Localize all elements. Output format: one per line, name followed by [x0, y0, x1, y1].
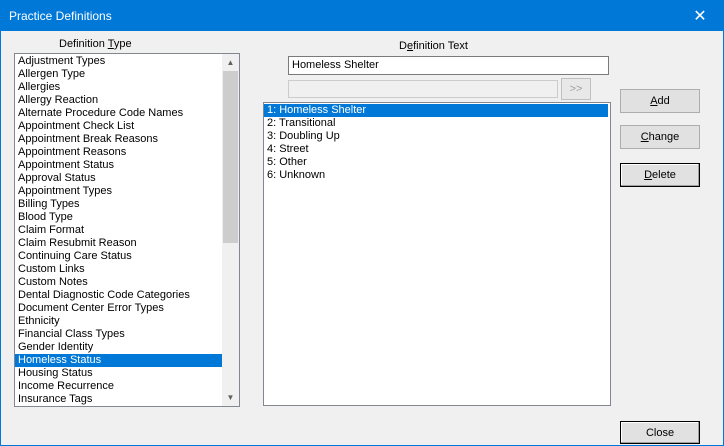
change-button-accel: C [640, 131, 649, 143]
list-item[interactable]: Allergy Reaction [15, 94, 222, 107]
delete-button-accel: D [644, 169, 653, 181]
list-item[interactable]: 6: Unknown [264, 169, 608, 182]
list-item[interactable]: Document Center Error Types [15, 302, 222, 315]
list-item[interactable]: Dental Diagnostic Code Categories [15, 289, 222, 302]
list-item[interactable]: 4: Street [264, 143, 608, 156]
title-bar: Practice Definitions ✕ [1, 1, 723, 31]
list-item[interactable]: 1: Homeless Shelter [264, 104, 608, 117]
list-item[interactable]: Custom Links [15, 263, 222, 276]
definition-type-label: Definition Type [59, 38, 132, 50]
list-item[interactable]: Appointment Status [15, 159, 222, 172]
list-item[interactable]: Claim Resubmit Reason [15, 237, 222, 250]
secondary-text-input[interactable] [288, 80, 558, 98]
add-button[interactable]: Add [620, 89, 700, 113]
definition-text-label: Definition Text [399, 40, 468, 52]
chevron-up-icon[interactable]: ▲ [222, 54, 239, 71]
definition-type-list[interactable]: Adjustment Types Allergen Type Allergies Al… [14, 53, 240, 407]
change-button[interactable]: Change [620, 125, 700, 149]
definition-type-label-prefix: Definition [59, 38, 108, 50]
list-item[interactable]: Approval Status [15, 172, 222, 185]
close-button[interactable]: Close [620, 421, 700, 444]
list-item[interactable]: Appointment Types [15, 185, 222, 198]
list-item[interactable]: Claim Format [15, 224, 222, 237]
delete-button-rest: elete [652, 169, 676, 181]
list-item[interactable]: Gender Identity [15, 341, 222, 354]
delete-button[interactable]: Delete [620, 163, 700, 187]
list-item[interactable]: Alternate Procedure Code Names [15, 107, 222, 120]
list-item[interactable]: Homeless Status [15, 354, 222, 367]
move-button[interactable]: >> [561, 78, 591, 100]
list-item[interactable]: Appointment Reasons [15, 146, 222, 159]
list-item[interactable]: 3: Doubling Up [264, 130, 608, 143]
definition-text-input[interactable]: Homeless Shelter [288, 56, 609, 75]
definitions-list[interactable]: 1: Homeless Shelter 2: Transitional 3: Dou… [263, 102, 611, 406]
chevron-down-icon[interactable]: ▼ [222, 389, 239, 406]
list-item[interactable]: Appointment Break Reasons [15, 133, 222, 146]
window-title: Practice Definitions [9, 9, 112, 23]
definition-type-scrollbar[interactable]: ▲ ▼ [222, 54, 239, 406]
list-item[interactable]: Housing Status [15, 367, 222, 380]
definition-type-items: Adjustment Types Allergen Type Allergies Al… [15, 55, 222, 406]
definition-text-label-suffix: finition Text [413, 40, 468, 52]
definition-type-label-suffix: ype [113, 38, 132, 50]
definition-text-label-prefix: D [399, 40, 407, 52]
list-item[interactable]: 5: Other [264, 156, 608, 169]
list-item[interactable]: Continuing Care Status [15, 250, 222, 263]
list-item[interactable]: Billing Types [15, 198, 222, 211]
definitions-items: 1: Homeless Shelter 2: Transitional 3: Dou… [264, 104, 608, 182]
list-item[interactable]: Allergen Type [15, 68, 222, 81]
add-button-rest: dd [657, 95, 670, 107]
list-item[interactable]: Blood Type [15, 211, 222, 224]
list-item[interactable]: Insurance Tags [15, 393, 222, 406]
list-item[interactable]: Custom Notes [15, 276, 222, 289]
list-item[interactable]: Adjustment Types [15, 55, 222, 68]
scrollbar-thumb[interactable] [223, 71, 238, 243]
list-item[interactable]: Appointment Check List [15, 120, 222, 133]
close-icon[interactable]: ✕ [677, 1, 723, 31]
list-item[interactable]: Financial Class Types [15, 328, 222, 341]
list-item[interactable]: 2: Transitional [264, 117, 608, 130]
list-item[interactable]: Income Recurrence [15, 380, 222, 393]
list-item[interactable]: Ethnicity [15, 315, 222, 328]
practice-definitions-window: Practice Definitions ✕ Definition Type A… [0, 0, 724, 446]
add-button-accel: A [650, 95, 658, 107]
list-item[interactable]: Allergies [15, 81, 222, 94]
change-button-rest: hange [648, 131, 680, 143]
